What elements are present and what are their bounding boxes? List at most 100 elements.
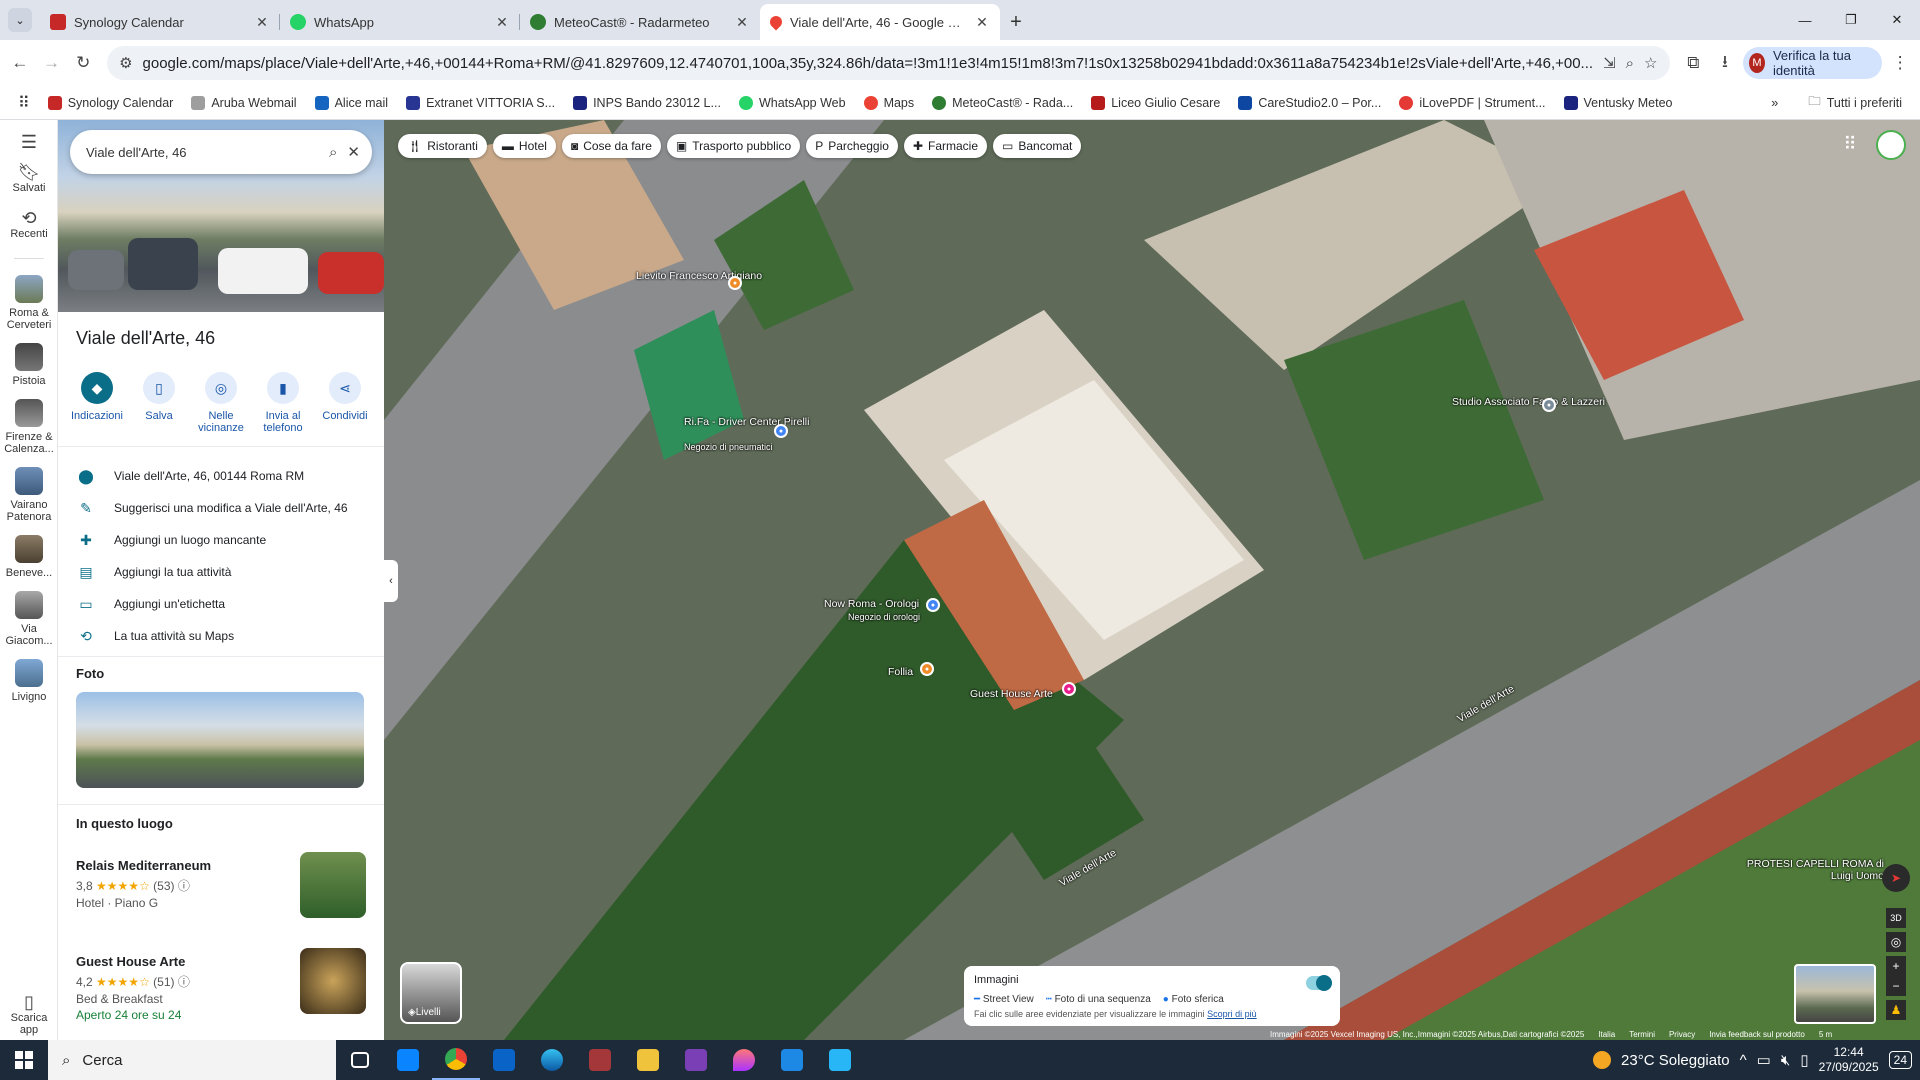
apps-grid-icon[interactable]: ⠿ — [10, 89, 38, 117]
recent-place[interactable]: Firenze & Calenza... — [0, 399, 58, 455]
bookmark-item[interactable]: Alice mail — [307, 89, 397, 117]
share-button[interactable]: ⋖ Condividi — [316, 372, 374, 434]
account-avatar[interactable] — [1876, 130, 1906, 160]
bookmark-item[interactable]: Synology Calendar — [40, 89, 182, 117]
place-thumbnail[interactable] — [300, 852, 366, 918]
clock[interactable]: 12:44 27/09/2025 — [1819, 1045, 1879, 1075]
save-button[interactable]: ▯ Salva — [130, 372, 188, 434]
chip-pharmacy[interactable]: ✚ Farmacie — [903, 134, 988, 158]
restore-icon[interactable]: ❐ — [1828, 0, 1874, 40]
map-label[interactable]: Ri.Fa - Driver Center Pirelli — [684, 416, 809, 428]
recent-place[interactable]: Vairano Patenora — [0, 467, 58, 523]
notifications-icon[interactable]: 24 — [1888, 1051, 1912, 1069]
info-icon[interactable]: ⓘ — [178, 879, 190, 893]
list-item[interactable]: Guest House Arte 4,2 ★★★★☆ (51) ⓘ Bed & … — [76, 948, 366, 1022]
send-to-phone-button[interactable]: ▮ Invia al telefono — [254, 372, 312, 434]
all-bookmarks-folder[interactable]: 🗀 Tutti i preferiti — [1800, 89, 1910, 117]
recent-place[interactable]: Beneve... — [0, 535, 58, 579]
add-place-row[interactable]: ✚ Aggiungi un luogo mancante — [58, 524, 384, 556]
close-tab-icon[interactable]: ✕ — [254, 14, 270, 31]
bookmark-item[interactable]: Liceo Giulio Cesare — [1083, 89, 1228, 117]
search-icon[interactable]: ⌕ — [329, 144, 337, 161]
map-label[interactable]: Now Roma - Orologi — [824, 598, 919, 610]
hotel-pin-icon[interactable]: ● — [1062, 682, 1076, 696]
pegman-icon[interactable]: ♟ — [1886, 1000, 1906, 1020]
close-tab-icon[interactable]: ✕ — [974, 14, 990, 31]
maps-activity-row[interactable]: ⟲ La tua attività su Maps — [58, 620, 384, 652]
bookmark-star-icon[interactable]: ☆ — [1644, 54, 1657, 72]
more-bookmarks-icon[interactable]: » — [1763, 89, 1786, 117]
zoom-out-icon[interactable]: − — [1886, 976, 1906, 996]
site-info-icon[interactable]: ⚙ — [119, 54, 132, 72]
chrome-icon[interactable] — [432, 1040, 480, 1080]
map-label[interactable]: Guest House Arte — [970, 688, 1053, 700]
bookmark-item[interactable]: WhatsApp Web — [731, 89, 854, 117]
download-icon[interactable]: ⭳ — [1711, 46, 1739, 80]
reload-icon[interactable]: ↻ — [69, 46, 97, 80]
battery-icon[interactable]: ▯ — [1800, 1051, 1808, 1069]
tab-synology[interactable]: Synology Calendar ✕ — [40, 4, 280, 40]
app-icon[interactable] — [720, 1040, 768, 1080]
recent-place[interactable]: Roma & Cerveteri — [0, 275, 58, 331]
network-icon[interactable]: ▭ — [1757, 1051, 1771, 1069]
start-button[interactable] — [0, 1040, 48, 1080]
chip-restaurants[interactable]: 🍴︎ Ristoranti — [398, 134, 487, 158]
weather-widget[interactable]: 23°C Soleggiato — [1621, 1052, 1730, 1069]
bookmark-item[interactable]: Aruba Webmail — [183, 89, 304, 117]
place-thumbnail[interactable] — [300, 948, 366, 1014]
recent-place[interactable]: Pistoia — [0, 343, 58, 387]
file-explorer-icon[interactable] — [624, 1040, 672, 1080]
restaurant-pin-icon[interactable]: ● — [728, 276, 742, 290]
place-photo[interactable] — [76, 692, 364, 788]
nearby-button[interactable]: ◎ Nelle vicinanze — [192, 372, 250, 434]
close-icon[interactable]: ✕ — [347, 143, 360, 161]
bookmark-item[interactable]: Extranet VITTORIA S... — [398, 89, 563, 117]
tab-google-maps[interactable]: Viale dell'Arte, 46 - Google Maps ✕ — [760, 4, 1000, 40]
chip-hotel[interactable]: ▬ Hotel — [492, 134, 556, 158]
map-label[interactable]: Studio Associato Fazio & Lazzeri — [1452, 396, 1605, 408]
back-icon[interactable]: ← — [6, 46, 34, 80]
bookmark-item[interactable]: Maps — [856, 89, 923, 117]
map-label[interactable]: PROTESI CAPELLI ROMA di Luigi Uomo — [1734, 858, 1884, 882]
address-bar[interactable]: ⚙ google.com/maps/place/Viale+dell'Arte,… — [107, 46, 1670, 80]
app-icon[interactable] — [768, 1040, 816, 1080]
satellite-map[interactable]: 🍴︎ Ristoranti ▬ Hotel ◙ Cose da fare ▣ Trasp… — [384, 120, 1920, 1040]
bookmark-item[interactable]: MeteoCast® - Rada... — [924, 89, 1081, 117]
minimize-icon[interactable]: — — [1782, 0, 1828, 40]
chevron-up-icon[interactable]: ^ — [1740, 1052, 1747, 1069]
apps-grid-icon[interactable]: ⠿ — [1838, 134, 1862, 158]
close-tab-icon[interactable]: ✕ — [734, 14, 750, 31]
saved-button[interactable]: 🔖︎ Salvati — [0, 163, 58, 194]
volume-muted-icon[interactable]: 🔇︎ — [1781, 1052, 1790, 1069]
recent-place[interactable]: Livigno — [0, 659, 58, 703]
address-row[interactable]: ⬤ Viale dell'Arte, 46, 00144 Roma RM — [58, 460, 384, 492]
learn-more-link[interactable]: Scopri di più — [1207, 1009, 1257, 1019]
zoom-in-icon[interactable]: + — [1886, 956, 1906, 976]
install-app-icon[interactable]: ⇲ — [1603, 54, 1616, 72]
search-input[interactable] — [86, 144, 320, 160]
taskbar-search[interactable]: ⌕ Cerca — [48, 1040, 336, 1080]
bookmark-item[interactable]: INPS Bando 23012 L... — [565, 89, 729, 117]
chip-atm[interactable]: ▭ Bancomat — [993, 134, 1082, 158]
verify-identity-button[interactable]: M Verifica la tua identità — [1742, 47, 1883, 79]
recent-button[interactable]: ⟲ Recenti — [0, 209, 58, 240]
menu-button[interactable]: ☰ — [0, 120, 58, 152]
layers-button[interactable]: ◈ Livelli — [400, 962, 462, 1024]
chip-things-to-do[interactable]: ◙ Cose da fare — [561, 134, 661, 158]
close-tab-icon[interactable]: ✕ — [494, 14, 510, 31]
new-tab-button[interactable]: + — [1000, 4, 1032, 40]
chip-transit[interactable]: ▣ Trasporto pubblico — [666, 134, 801, 158]
tab-search-button[interactable]: ⌄ — [0, 0, 40, 40]
map-label[interactable]: Lievito Francesco Artigiano — [636, 270, 762, 282]
extensions-icon[interactable]: ⧉ — [1680, 46, 1708, 80]
info-icon[interactable]: ⓘ — [178, 975, 190, 989]
close-window-icon[interactable]: ✕ — [1874, 0, 1920, 40]
outlook-icon[interactable] — [480, 1040, 528, 1080]
restaurant-pin-icon[interactable]: ● — [920, 662, 934, 676]
bookmark-item[interactable]: iLovePDF | Strument... — [1391, 89, 1553, 117]
download-app-button[interactable]: ▯ Scarica app — [0, 993, 58, 1036]
app-icon[interactable] — [816, 1040, 864, 1080]
directions-button[interactable]: ◆ Indicazioni — [68, 372, 126, 434]
suggest-edit-row[interactable]: ✎ Suggerisci una modifica a Viale dell'Ar… — [58, 492, 384, 524]
my-location-icon[interactable]: ◎ — [1886, 932, 1906, 952]
